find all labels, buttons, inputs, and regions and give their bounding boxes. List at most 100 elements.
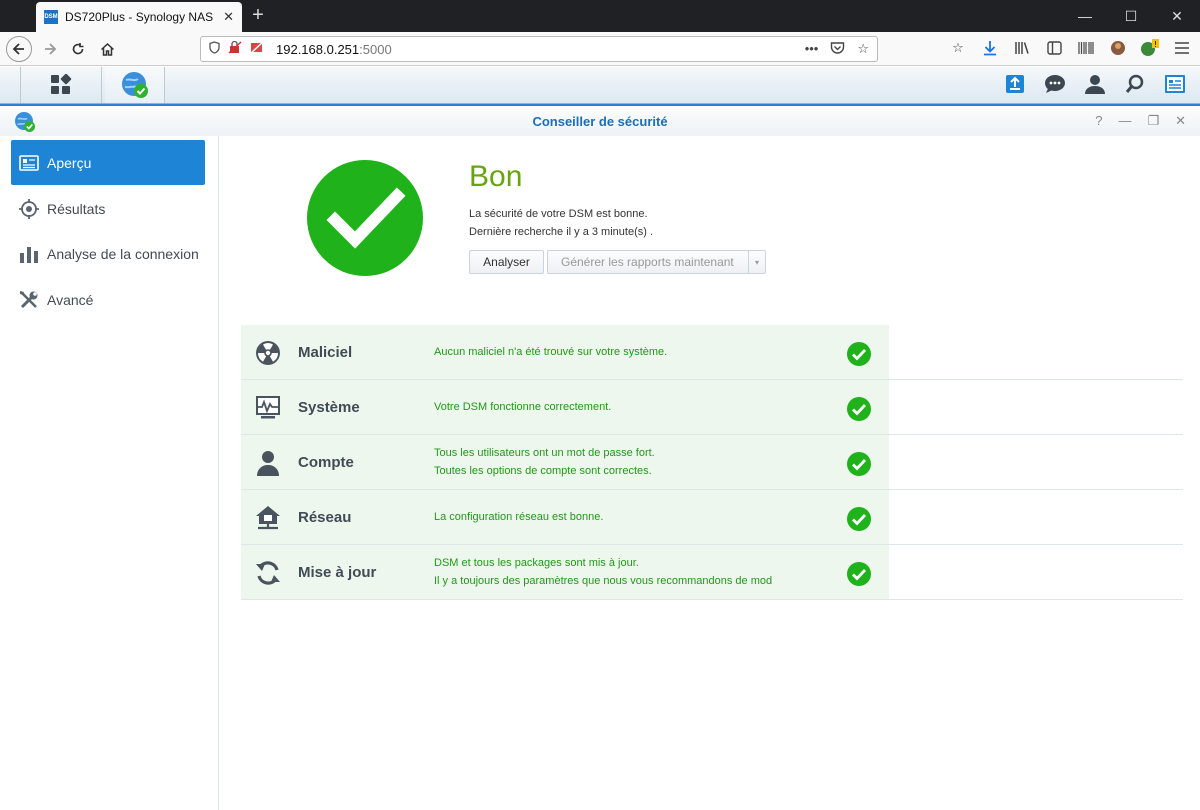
- close-icon[interactable]: ✕: [1175, 113, 1186, 129]
- browser-tab[interactable]: DSM DS720Plus - Synology NAS ✕: [36, 2, 242, 32]
- window-header: Conseiller de sécurité ? — ❐ ✕: [0, 104, 1200, 136]
- chat-icon[interactable]: [1044, 73, 1066, 95]
- restore-icon[interactable]: ❐: [1147, 113, 1159, 129]
- upload-queue-icon[interactable]: [1004, 73, 1026, 95]
- insecure-lock-icon[interactable]: [228, 40, 242, 57]
- svg-text:!: !: [1154, 40, 1157, 49]
- sidebar-item-avance[interactable]: Avancé: [11, 277, 205, 322]
- dsm-favicon-icon: DSM: [44, 10, 58, 24]
- extension-avatar-icon[interactable]: [1108, 38, 1128, 58]
- browser-nav-bar: 192.168.0.251:5000 ••• ☆ ☆ !: [0, 32, 1200, 66]
- status-title: Bon: [469, 160, 523, 193]
- check-message: DSM et tous les packages sont mis à jour…: [434, 557, 639, 569]
- download-icon[interactable]: [980, 38, 1000, 58]
- menu-hamburger-icon[interactable]: [1172, 38, 1192, 58]
- check-label: Mise à jour: [298, 564, 377, 581]
- taskbar-security-advisor[interactable]: [105, 67, 165, 103]
- library-icon[interactable]: [1012, 38, 1032, 58]
- forward-button[interactable]: [38, 37, 62, 61]
- sidebar-item-label: Analyse de la connexion: [47, 245, 199, 262]
- check-message-2: Toutes les options de compte sont correc…: [434, 465, 652, 477]
- sidebar-toggle-icon[interactable]: [1044, 38, 1064, 58]
- user-icon: [255, 450, 281, 476]
- chevron-down-icon[interactable]: ▾: [748, 251, 765, 273]
- page-actions-icon[interactable]: •••: [805, 41, 819, 58]
- check-list: Maliciel Aucun maliciel n'a été trouvé s…: [241, 325, 1183, 600]
- dsm-taskbar: [0, 67, 1200, 104]
- ok-check-icon: [847, 342, 871, 366]
- status-message: La sécurité de votre DSM est bonne.: [469, 208, 648, 220]
- new-tab-button[interactable]: +: [248, 4, 268, 26]
- barcode-extension-icon[interactable]: [1076, 38, 1096, 58]
- sidebar-item-apercu[interactable]: Aperçu: [11, 140, 205, 185]
- sidebar-item-resultats[interactable]: Résultats: [11, 186, 205, 231]
- monitor-pulse-icon: [255, 395, 281, 421]
- check-message: La configuration réseau est bonne.: [434, 511, 604, 523]
- main-menu-button[interactable]: [20, 67, 102, 103]
- target-icon: [19, 198, 39, 219]
- url-port: :5000: [359, 41, 392, 57]
- search-icon[interactable]: [1124, 73, 1146, 95]
- radiation-icon: [255, 340, 281, 366]
- generate-report-label: Générer les rapports maintenant: [561, 255, 734, 269]
- network-home-icon: [255, 505, 281, 531]
- url-bar[interactable]: 192.168.0.251:5000 ••• ☆: [200, 36, 878, 62]
- browser-toolbar: ☆ !: [948, 38, 1192, 58]
- close-tab-icon[interactable]: ✕: [223, 9, 234, 25]
- window-title: Conseiller de sécurité: [532, 114, 668, 129]
- check-message: Aucun maliciel n'a été trouvé sur votre …: [434, 346, 668, 358]
- pocket-icon[interactable]: [830, 41, 845, 58]
- check-row-systeme: Système Votre DSM fonctionne correctemen…: [241, 380, 1183, 435]
- check-label: Réseau: [298, 509, 352, 526]
- widgets-icon[interactable]: [1164, 73, 1186, 95]
- arrow-left-icon: [12, 43, 24, 55]
- home-button[interactable]: [95, 37, 119, 61]
- maximize-window-button[interactable]: ☐: [1108, 0, 1154, 32]
- home-icon: [100, 42, 114, 56]
- check-label: Système: [298, 399, 360, 416]
- help-icon[interactable]: ?: [1095, 113, 1102, 129]
- bar-chart-icon: [19, 244, 39, 264]
- big-check-icon: [307, 160, 423, 276]
- check-label: Maliciel: [298, 344, 353, 361]
- analyse-button[interactable]: Analyser: [469, 250, 544, 274]
- close-window-button[interactable]: ✕: [1154, 0, 1200, 32]
- ok-check-icon: [847, 452, 871, 476]
- refresh-icon: [255, 560, 281, 586]
- shield-icon[interactable]: [209, 41, 220, 57]
- generate-report-button[interactable]: Générer les rapports maintenant ▾: [547, 250, 766, 274]
- minimize-window-button[interactable]: —: [1062, 0, 1108, 32]
- reload-button[interactable]: [66, 37, 90, 61]
- check-message: Votre DSM fonctionne correctement.: [434, 401, 612, 413]
- extension-alert-icon[interactable]: !: [1140, 38, 1160, 58]
- check-row-maliciel: Maliciel Aucun maliciel n'a été trouvé s…: [241, 325, 1183, 380]
- main-panel: Bon La sécurité de votre DSM est bonne. …: [220, 136, 1200, 810]
- insecure-form-icon[interactable]: [250, 41, 264, 57]
- security-advisor-app-icon: [121, 72, 148, 98]
- url-host: 192.168.0.251:5000: [276, 41, 392, 57]
- check-message-2: Il y a toujours des paramètres que nous …: [434, 575, 773, 587]
- check-message: Tous les utilisateurs ont un mot de pass…: [434, 447, 655, 459]
- check-row-reseau: Réseau La configuration réseau est bonne…: [241, 490, 1183, 545]
- reload-icon: [72, 43, 84, 55]
- sidebar-item-label: Avancé: [47, 291, 94, 308]
- sidebar-item-label: Aperçu: [47, 154, 92, 171]
- browser-tab-bar: DSM DS720Plus - Synology NAS ✕ + — ☐ ✕: [0, 0, 1200, 32]
- reading-list-icon[interactable]: ☆: [948, 38, 968, 58]
- check-label: Compte: [298, 454, 354, 471]
- sidebar-item-label: Résultats: [47, 200, 106, 217]
- check-row-mise-a-jour: Mise à jour DSM et tous les packages son…: [241, 545, 1183, 600]
- back-button[interactable]: [6, 36, 32, 62]
- ok-check-icon: [847, 397, 871, 421]
- check-row-compte: Compte Tous les utilisateurs ont un mot …: [241, 435, 1183, 490]
- user-options-icon[interactable]: [1084, 73, 1106, 95]
- tools-icon: [19, 290, 39, 310]
- ok-check-icon: [847, 507, 871, 531]
- last-scan-time: Dernière recherche il y a 3 minute(s) .: [469, 226, 654, 238]
- sidebar: Aperçu Résultats Analyse de la connexion…: [0, 136, 219, 810]
- bookmark-star-icon[interactable]: ☆: [857, 41, 869, 58]
- overview-icon: [19, 153, 39, 173]
- sidebar-item-analyse-connexion[interactable]: Analyse de la connexion: [11, 231, 205, 276]
- arrow-right-icon: [45, 43, 57, 55]
- minimize-icon[interactable]: —: [1118, 113, 1131, 129]
